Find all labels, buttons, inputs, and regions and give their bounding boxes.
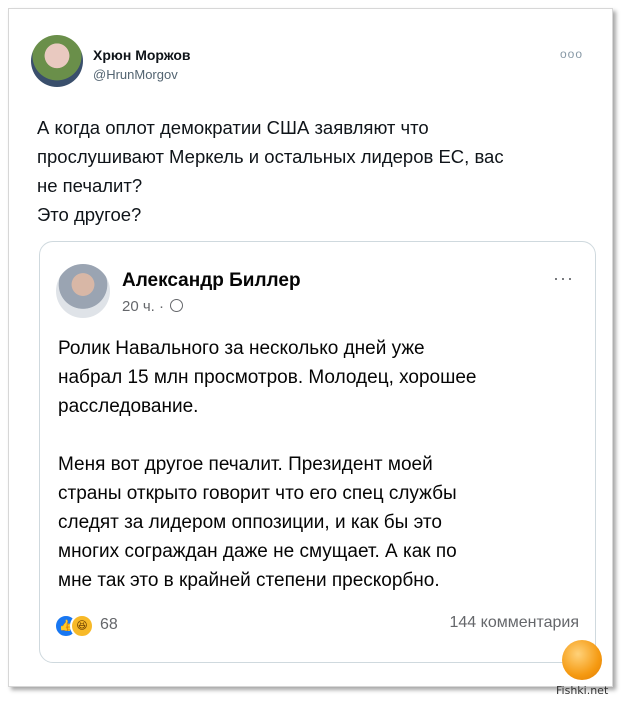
avatar[interactable] (31, 35, 83, 87)
fb-avatar[interactable] (56, 264, 110, 318)
author-name[interactable]: Хрюн Моржов (93, 47, 191, 63)
watermark-logo (562, 640, 602, 680)
comments-count[interactable]: 144 комментария (450, 614, 580, 632)
fb-line: многих сограждан даже не смущает. А как … (58, 541, 457, 562)
fb-line: Меня вот другое печалит. Президент моей (58, 454, 433, 475)
author-handle[interactable]: @HrunMorgov (93, 67, 178, 82)
more-options-icon[interactable]: ooo (560, 47, 583, 61)
fb-post-text: Ролик Навального за несколько дней уже н… (58, 334, 578, 624)
tweet-header: Хрюн Моржов @HrunMorgov ooo (31, 33, 591, 93)
fb-post-time: 20 ч. · (122, 298, 184, 315)
fb-time-text: 20 ч. · (122, 298, 164, 315)
fb-line: набрал 15 млн просмотров. Молодец, хорош… (58, 367, 477, 388)
fb-paragraph-1: Ролик Навального за несколько дней уже н… (58, 334, 578, 421)
embedded-facebook-post[interactable]: Александр Биллер 20 ч. · ··· Ролик Навал… (39, 241, 596, 663)
fb-line: расследование. (58, 396, 199, 417)
screenshot-frame: Хрюн Моржов @HrunMorgov ooo А когда опло… (8, 8, 613, 687)
fb-line: следят за лидером оппозиции, и как бы эт… (58, 512, 442, 533)
fb-line: Ролик Навального за несколько дней уже (58, 338, 425, 359)
tweet-line: А когда оплот демократии США заявляют чт… (37, 117, 429, 138)
watermark-site: Fishki.net (556, 684, 609, 697)
fb-more-options-icon[interactable]: ··· (553, 268, 574, 289)
tweet-text: А когда оплот демократии США заявляют чт… (37, 113, 597, 229)
fb-paragraph-2: Меня вот другое печалит. Президент моей … (58, 450, 578, 595)
fb-post-footer: 👍 😆 68 144 комментария (54, 612, 579, 642)
haha-icon: 😆 (70, 614, 94, 638)
tweet-line: прослушивают Меркель и остальных лидеров… (37, 146, 504, 167)
fb-post-header: Александр Биллер 20 ч. · ··· (56, 264, 576, 324)
tweet-line: не печалит? (37, 175, 143, 196)
tweet-line: Это другое? (37, 204, 142, 225)
fb-line: страны открыто говорит что его спец служ… (58, 483, 457, 504)
reactions-count[interactable]: 68 (100, 616, 118, 634)
fb-line: мне так это в крайней степени прескорбно… (58, 570, 440, 591)
fb-author-name[interactable]: Александр Биллер (122, 270, 301, 292)
globe-icon (170, 299, 184, 312)
